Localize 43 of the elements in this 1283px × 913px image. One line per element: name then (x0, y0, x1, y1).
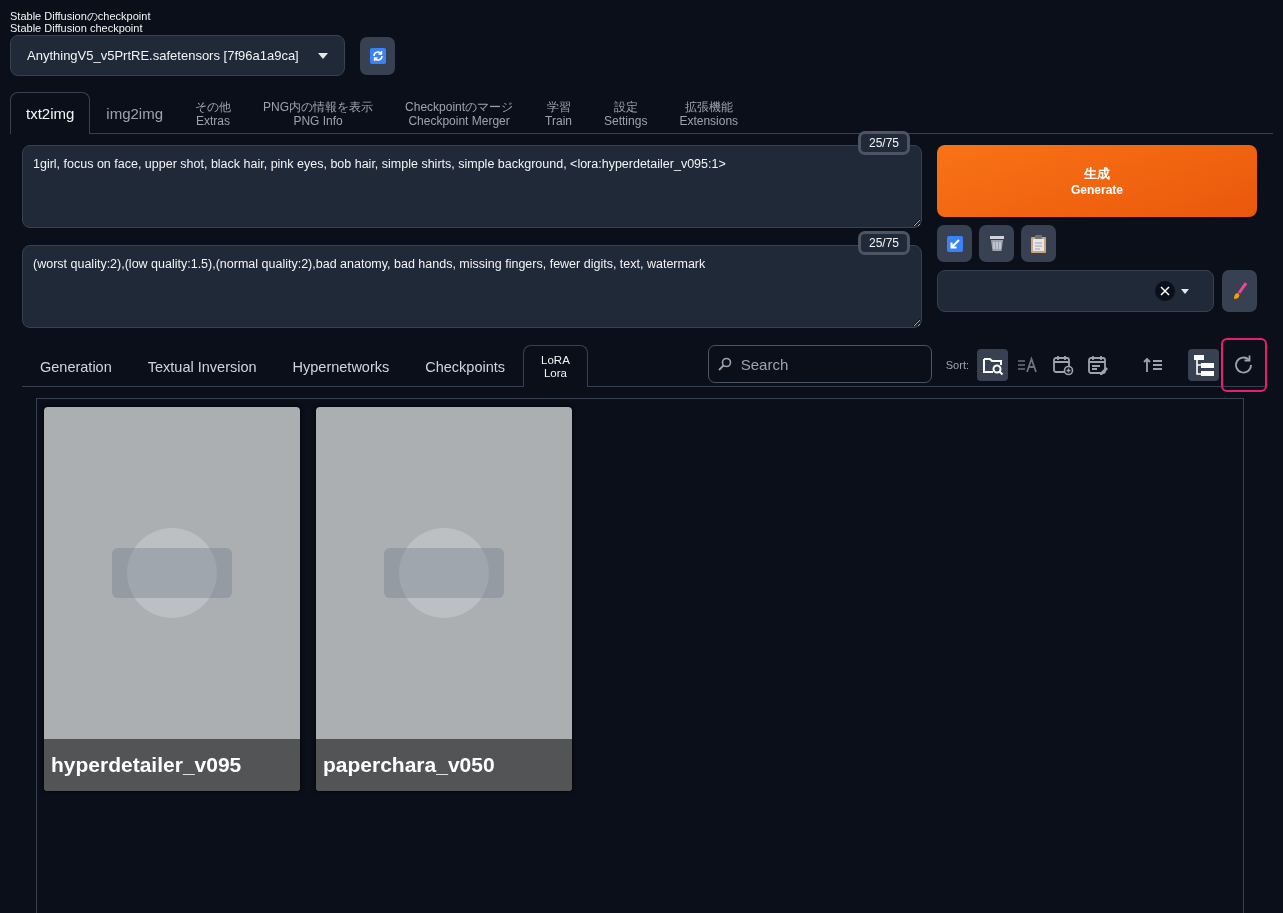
read-params-button[interactable] (937, 225, 972, 262)
brush-button[interactable] (1222, 270, 1257, 312)
token-counter: 25/75 (857, 231, 910, 255)
model-card[interactable]: hyperdetailer_v095 (44, 407, 300, 791)
brush-icon (1232, 282, 1247, 300)
main-tab[interactable]: その他 Extras (179, 92, 248, 134)
tree-view-icon (1191, 353, 1216, 377)
card-title: paperchara_v050 (316, 739, 572, 791)
network-tab[interactable]: Hypernetworks (274, 345, 408, 387)
clear-icon[interactable] (1155, 281, 1176, 301)
refresh-icon (369, 48, 386, 64)
main-tab[interactable]: PNG内の情報を表示 PNG Info (247, 92, 390, 134)
search-field[interactable]: Search (707, 345, 932, 383)
network-tab[interactable]: Checkpoints (407, 345, 524, 387)
tree-view-button[interactable] (1188, 349, 1219, 381)
network-tab[interactable]: Generation (22, 345, 130, 387)
styles-button[interactable] (1021, 225, 1056, 262)
checkpoint-label: Stable Diffusionのcheckpoint (10, 10, 151, 22)
main-tab[interactable]: img2img (90, 92, 180, 134)
refresh-button[interactable] (1223, 340, 1265, 390)
card-title: hyperdetailer_v095 (44, 739, 300, 791)
sort-label: Sort: (945, 359, 969, 371)
network-tab[interactable]: LoRA Lora (523, 345, 588, 387)
calendar-edit-icon (1085, 353, 1110, 377)
token-counter: 25/75 (857, 131, 910, 155)
caret-icon (318, 52, 328, 59)
checkpoint-label: Stable Diffusion checkpoint (10, 22, 143, 34)
clipboard-icon (1031, 234, 1046, 253)
refresh-button[interactable] (360, 37, 395, 75)
search-icon (717, 357, 732, 371)
caret-icon (1181, 288, 1190, 294)
folder-search-button[interactable] (977, 349, 1008, 381)
network-tab[interactable]: Textual Inversion (129, 345, 275, 387)
main-tab[interactable]: txt2img (10, 92, 91, 134)
main-tab[interactable]: 学習 Train (529, 92, 588, 134)
main-tab[interactable]: Checkpointのマージ Checkpoint Merger (389, 92, 530, 134)
clear-button[interactable] (979, 225, 1014, 262)
trash-icon (988, 235, 1005, 252)
calendar-plus-icon (1050, 353, 1075, 377)
checkpoint-dropdown[interactable]: AnythingV5_v5PrtRE.safetensors [7f96a1a9ca] (10, 35, 345, 76)
main-tab[interactable]: 拡張機能 Extensions (663, 92, 755, 134)
model-card[interactable]: paperchara_v050 (316, 407, 572, 791)
main-tab[interactable]: 設定 Settings (588, 92, 664, 134)
